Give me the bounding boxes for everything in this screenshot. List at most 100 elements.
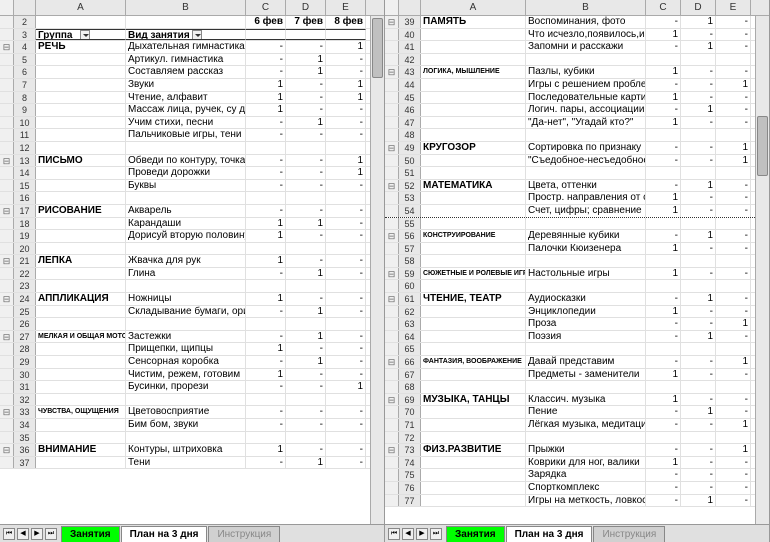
- value-cell[interactable]: -: [326, 268, 366, 280]
- value-cell[interactable]: [286, 280, 326, 292]
- activity-cell[interactable]: "Да-нет", "Угадай кто?": [526, 117, 646, 129]
- value-cell[interactable]: -: [286, 343, 326, 355]
- row-header[interactable]: 35: [14, 432, 36, 444]
- group-cell[interactable]: [36, 381, 126, 393]
- table-row[interactable]: 70Пение-1-: [385, 406, 769, 419]
- group-cell[interactable]: [421, 318, 526, 330]
- table-row[interactable]: 26 фев7 фев8 фев: [0, 16, 384, 29]
- group-cell[interactable]: [36, 66, 126, 78]
- value-cell[interactable]: 1: [286, 117, 326, 129]
- table-row[interactable]: 60: [385, 280, 769, 293]
- value-cell[interactable]: -: [326, 369, 366, 381]
- value-cell[interactable]: -: [716, 394, 751, 406]
- table-row[interactable]: 71Лёгкая музыка, медитаци--1: [385, 419, 769, 432]
- value-cell[interactable]: -: [246, 41, 286, 53]
- value-cell[interactable]: -: [716, 457, 751, 469]
- value-cell[interactable]: -: [646, 444, 681, 456]
- activity-cell[interactable]: Буквы: [126, 180, 246, 192]
- table-row[interactable]: ⊟66ФАНТАЗИЯ, ВООБРАЖЕНИЕДавай представим…: [385, 356, 769, 369]
- activity-cell[interactable]: Проведи дорожки: [126, 167, 246, 179]
- group-cell[interactable]: [421, 482, 526, 494]
- group-cell[interactable]: ФИЗ.РАЗВИТИЕ: [421, 444, 526, 456]
- activity-cell[interactable]: [126, 16, 246, 28]
- value-cell[interactable]: [681, 167, 716, 179]
- outline-toggle[interactable]: ⊟: [385, 180, 399, 192]
- value-cell[interactable]: [326, 243, 366, 255]
- value-cell[interactable]: -: [246, 331, 286, 343]
- value-cell[interactable]: -: [646, 419, 681, 431]
- group-cell[interactable]: [36, 343, 126, 355]
- value-cell[interactable]: -: [286, 79, 326, 91]
- value-cell[interactable]: -: [286, 41, 326, 53]
- value-cell[interactable]: -: [681, 205, 716, 217]
- value-cell[interactable]: [326, 318, 366, 330]
- group-cell[interactable]: [421, 29, 526, 41]
- value-cell[interactable]: 1: [286, 66, 326, 78]
- value-cell[interactable]: 1: [286, 218, 326, 230]
- table-row[interactable]: 74Коврики для ног, валики1--: [385, 457, 769, 470]
- value-cell[interactable]: -: [326, 293, 366, 305]
- row-header[interactable]: 15: [14, 180, 36, 192]
- value-cell[interactable]: 1: [681, 104, 716, 116]
- value-cell[interactable]: [716, 218, 751, 230]
- table-row[interactable]: 44Игры с решением пробле--1: [385, 79, 769, 92]
- table-row[interactable]: 37Тени-1-: [0, 457, 384, 470]
- row-header[interactable]: 48: [399, 129, 421, 141]
- group-cell[interactable]: [421, 255, 526, 267]
- tab-instruction[interactable]: Инструкция: [208, 526, 280, 542]
- group-cell[interactable]: СЮЖЕТНЫЕ И РОЛЕВЫЕ ИГРЫ: [421, 268, 526, 280]
- activity-cell[interactable]: Логич. пары, ассоциации: [526, 104, 646, 116]
- value-cell[interactable]: -: [716, 243, 751, 255]
- value-cell[interactable]: 1: [646, 205, 681, 217]
- activity-cell[interactable]: [126, 280, 246, 292]
- activity-cell[interactable]: Коврики для ног, валики: [526, 457, 646, 469]
- value-cell[interactable]: -: [716, 469, 751, 481]
- value-cell[interactable]: -: [681, 268, 716, 280]
- value-cell[interactable]: -: [246, 268, 286, 280]
- group-cell[interactable]: [36, 356, 126, 368]
- activity-cell[interactable]: [126, 192, 246, 204]
- row-header[interactable]: 50: [399, 155, 421, 167]
- value-cell[interactable]: 1: [681, 331, 716, 343]
- value-cell[interactable]: -: [246, 129, 286, 141]
- tab-plan[interactable]: План на 3 дня: [121, 526, 208, 542]
- value-cell[interactable]: 1: [716, 318, 751, 330]
- row-header[interactable]: 40: [399, 29, 421, 41]
- group-cell[interactable]: РИСОВАНИЕ: [36, 205, 126, 217]
- group-cell[interactable]: [36, 142, 126, 154]
- row-header[interactable]: 65: [399, 343, 421, 355]
- tab-activities[interactable]: Занятия: [446, 526, 505, 542]
- group-cell[interactable]: [421, 469, 526, 481]
- table-row[interactable]: 45Последовательные карти1--: [385, 92, 769, 105]
- value-cell[interactable]: -: [286, 419, 326, 431]
- value-cell[interactable]: -: [286, 129, 326, 141]
- value-cell[interactable]: -: [681, 482, 716, 494]
- activity-cell[interactable]: [126, 432, 246, 444]
- value-cell[interactable]: 1: [716, 79, 751, 91]
- activity-cell[interactable]: Палочки Кюизенера: [526, 243, 646, 255]
- table-row[interactable]: ⊟33ЧУВСТВА, ОЩУЩЕНИЯЦветовосприятие---: [0, 406, 384, 419]
- table-row[interactable]: 26: [0, 318, 384, 331]
- activity-cell[interactable]: Бим бом, звуки: [126, 419, 246, 431]
- value-cell[interactable]: [681, 381, 716, 393]
- group-cell[interactable]: [421, 104, 526, 116]
- value-cell[interactable]: -: [646, 406, 681, 418]
- value-cell[interactable]: -: [326, 343, 366, 355]
- group-cell[interactable]: ФАНТАЗИЯ, ВООБРАЖЕНИЕ: [421, 356, 526, 368]
- value-cell[interactable]: -: [646, 293, 681, 305]
- nav-first[interactable]: ⏮: [388, 528, 400, 540]
- value-cell[interactable]: -: [646, 356, 681, 368]
- table-row[interactable]: 46Логич. пары, ассоциации-1-: [385, 104, 769, 117]
- value-cell[interactable]: -: [246, 180, 286, 192]
- value-cell[interactable]: [326, 432, 366, 444]
- row-header[interactable]: 32: [14, 394, 36, 406]
- tab-plan[interactable]: План на 3 дня: [506, 526, 593, 542]
- row-header[interactable]: 26: [14, 318, 36, 330]
- table-row[interactable]: 62Энциклопедии1--: [385, 306, 769, 319]
- tab-instruction[interactable]: Инструкция: [593, 526, 665, 542]
- value-cell[interactable]: -: [716, 192, 751, 204]
- group-cell[interactable]: ПИСЬМО: [36, 155, 126, 167]
- value-cell[interactable]: 1: [286, 356, 326, 368]
- value-cell[interactable]: -: [646, 104, 681, 116]
- group-cell[interactable]: ЧУВСТВА, ОЩУЩЕНИЯ: [36, 406, 126, 418]
